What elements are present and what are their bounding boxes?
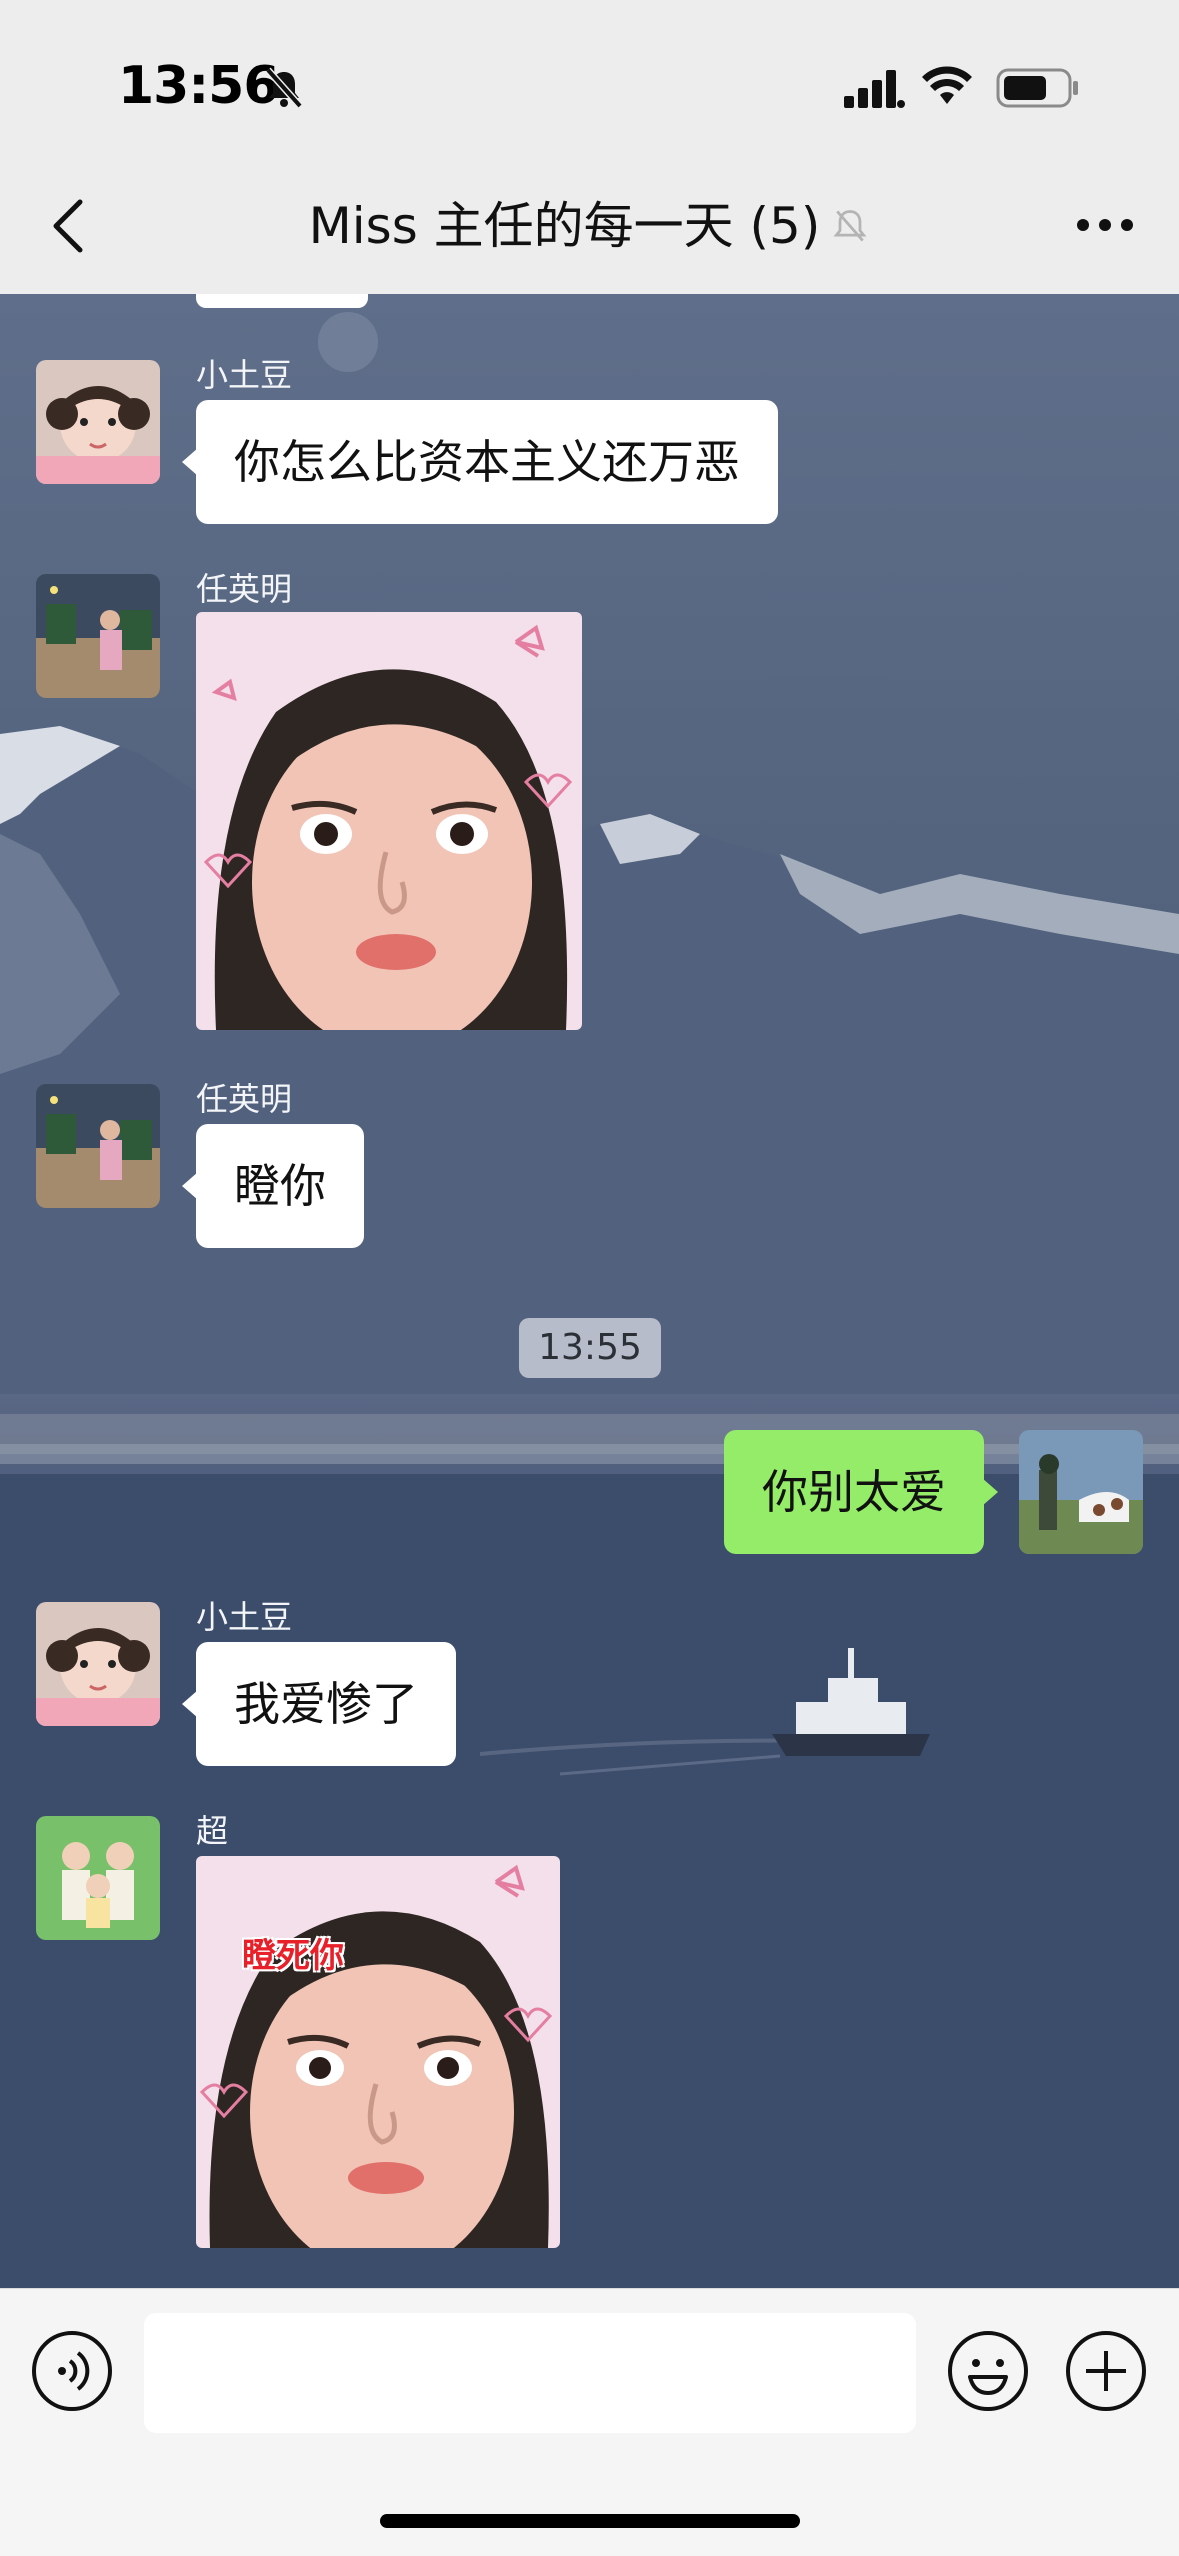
chat-message-list[interactable]: 小土豆 你怎么比资本主义还万恶 任英明 任英明 瞪你 13:55 你别太爱 小土… [0,294,1179,2288]
previous-message-bubble[interactable] [196,294,368,308]
bell-slash-icon [265,67,303,109]
avatar[interactable] [36,574,160,698]
sticker-caption: 瞪死你 [242,1936,344,1976]
sender-name: 任英明 [196,570,293,608]
home-indicator[interactable] [380,2514,800,2528]
message-bubble[interactable]: 瞪你 [182,1124,364,1248]
own-avatar[interactable] [1019,1430,1143,1554]
own-message-bubble[interactable]: 你别太爱 [724,1430,998,1554]
plus-icon[interactable] [1064,2329,1148,2413]
chat-title-bar: Miss 主任的每一天 (5) [0,196,1179,256]
avatar[interactable] [36,360,160,484]
battery-icon [996,68,1078,108]
chat-background-image [0,312,1179,2288]
bell-slash-icon [833,210,867,242]
page-title: Miss 主任的每一天 (5) [308,197,821,255]
ellipsis-icon[interactable] [1075,210,1135,240]
message-bubble[interactable]: 你怎么比资本主义还万恶 [182,400,778,524]
voice-icon[interactable] [30,2329,114,2413]
wifi-icon [922,66,972,104]
cellular-signal-icon [844,70,905,108]
top-bar: 13:56 Miss 主任的每一天 (5) [0,0,1179,294]
avatar[interactable] [36,1602,160,1726]
sender-name: 任英明 [196,1080,293,1118]
staring-face-sticker[interactable]: 瞪死你 [196,1856,560,2248]
avatar[interactable] [36,1816,160,1940]
sender-name: 小土豆 [196,1598,293,1636]
staring-face-sticker[interactable] [196,612,582,1030]
sender-name: 小土豆 [196,356,293,394]
status-time: 13:56 [118,56,280,116]
sender-name: 超 [196,1812,229,1850]
message-bubble[interactable]: 我爱惨了 [182,1642,456,1766]
emoji-icon[interactable] [946,2329,1030,2413]
message-input[interactable] [144,2313,916,2433]
time-divider: 13:55 [519,1318,661,1378]
avatar[interactable] [36,1084,160,1208]
